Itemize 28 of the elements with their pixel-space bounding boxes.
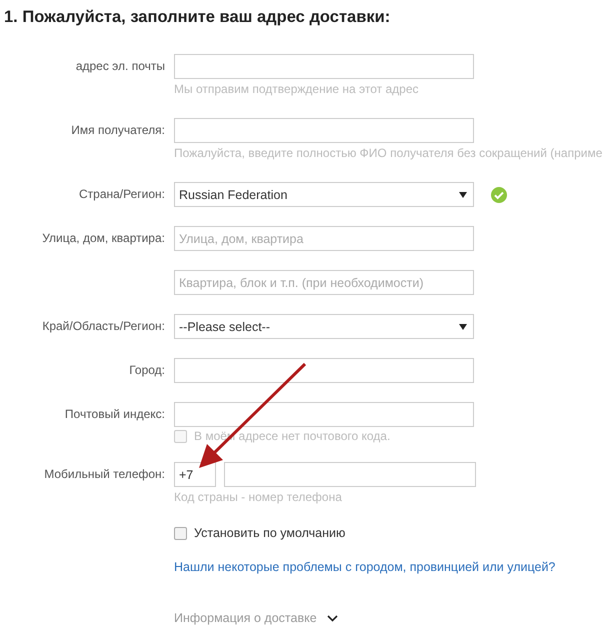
input-field[interactable] — [174, 118, 474, 143]
input-field[interactable]: Улица, дом, квартира — [174, 226, 474, 251]
input-field[interactable] — [174, 54, 474, 79]
field-label: адрес эл. почты — [76, 59, 165, 73]
field-hint: Код страны - номер телефона — [174, 489, 343, 506]
input-field[interactable] — [174, 358, 474, 383]
checkbox-label: Установить по умолчанию — [194, 526, 346, 540]
field-label: Почтовый индекс: — [64, 407, 165, 421]
phone-number-field[interactable] — [224, 462, 476, 487]
select-field[interactable]: --Please select-- — [174, 314, 474, 339]
checkbox[interactable] — [174, 526, 187, 540]
input-field[interactable] — [174, 402, 474, 427]
chevron-icon[interactable] — [326, 614, 338, 622]
field-label: Страна/Регион: — [78, 187, 165, 201]
select-field[interactable]: Russian Federation — [174, 182, 474, 207]
input-field[interactable]: Квартира, блок и т.п. (при необходимости) — [174, 270, 474, 295]
country-code-field[interactable]: +7 — [174, 462, 216, 487]
form-heading: 1. Пожалуйста, заполните ваш адрес доставки: — [4, 8, 392, 27]
field-label: Улица, дом, квартира: — [42, 231, 165, 245]
field-label: Край/Область/Регион: — [42, 319, 165, 333]
field-label: Город: — [129, 363, 165, 377]
field-label: Имя получателя: — [71, 123, 165, 137]
problem-link[interactable]: Нашли некоторые проблемы с городом, провинцией или улицей? — [174, 560, 556, 574]
caret-icon — [459, 324, 467, 330]
field-hint: Мы отправим подтверждение на этот адрес — [174, 81, 420, 98]
caret-icon — [459, 192, 467, 198]
field-label: Мобильный телефон: — [44, 467, 165, 481]
field-hint: Пожалуйста, введите полностью ФИО получателя без сокращений (наприме — [174, 145, 604, 162]
